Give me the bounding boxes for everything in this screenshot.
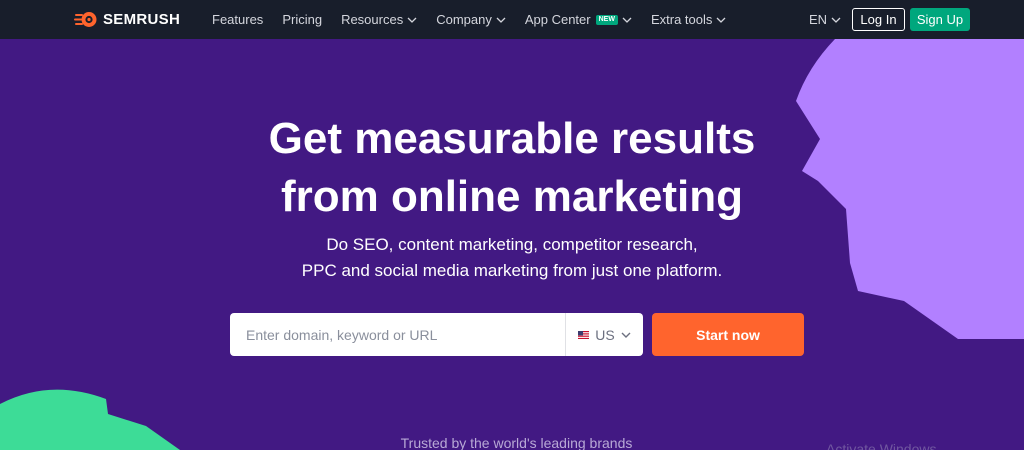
chevron-down-icon <box>716 17 726 23</box>
country-label: US <box>595 326 615 343</box>
hero-headline-line1: Get measurable results <box>268 114 756 163</box>
logo-text: SEMRUSH <box>103 11 181 28</box>
nav-features-label: Features <box>212 12 264 27</box>
nav-pricing[interactable]: Pricing <box>282 12 322 27</box>
start-now-button[interactable]: Start now <box>652 313 804 356</box>
language-label: EN <box>809 12 828 27</box>
nav-extra-tools[interactable]: Extra tools <box>651 12 726 27</box>
chevron-down-icon <box>831 17 841 23</box>
nav-resources-label: Resources <box>341 12 404 27</box>
chevron-down-icon <box>621 332 631 338</box>
nav-app-center[interactable]: App Center NEW <box>525 12 632 27</box>
login-button[interactable]: Log In <box>852 8 905 31</box>
chevron-down-icon <box>622 17 632 23</box>
nav-pricing-label: Pricing <box>282 12 323 27</box>
semrush-flame-icon <box>74 12 97 27</box>
nav-features[interactable]: Features <box>212 12 263 27</box>
chevron-down-icon <box>407 17 417 23</box>
activate-windows-watermark: Activate Windows <box>826 441 937 450</box>
hero-subtitle-line1: Do SEO, content marketing, competitor re… <box>326 235 698 254</box>
chevron-down-icon <box>496 17 506 23</box>
main-nav: Features Pricing Resources Company App C… <box>212 0 745 39</box>
hero-headline: Get measurable results from online marke… <box>0 110 1024 226</box>
hero-headline-line2: from online marketing <box>280 172 744 221</box>
language-selector[interactable]: EN <box>809 12 841 27</box>
signup-button[interactable]: Sign Up <box>910 8 970 31</box>
domain-search-bar: US <box>230 313 643 356</box>
country-selector[interactable]: US <box>565 313 643 356</box>
hero-subtitle: Do SEO, content marketing, competitor re… <box>0 232 1024 284</box>
top-navigation-bar: SEMRUSH Features Pricing Resources Compa… <box>0 0 1024 39</box>
nav-company-label: Company <box>436 12 492 27</box>
nav-extra-tools-label: Extra tools <box>650 12 713 27</box>
semrush-logo[interactable]: SEMRUSH <box>74 11 180 28</box>
new-badge: NEW <box>595 14 618 25</box>
hero-subtitle-line2: PPC and social media marketing from just… <box>301 261 723 280</box>
nav-resources[interactable]: Resources <box>341 12 417 27</box>
us-flag-icon <box>578 330 590 339</box>
nav-company[interactable]: Company <box>436 12 506 27</box>
search-input[interactable] <box>230 313 565 356</box>
nav-app-center-label: App Center <box>524 12 591 27</box>
